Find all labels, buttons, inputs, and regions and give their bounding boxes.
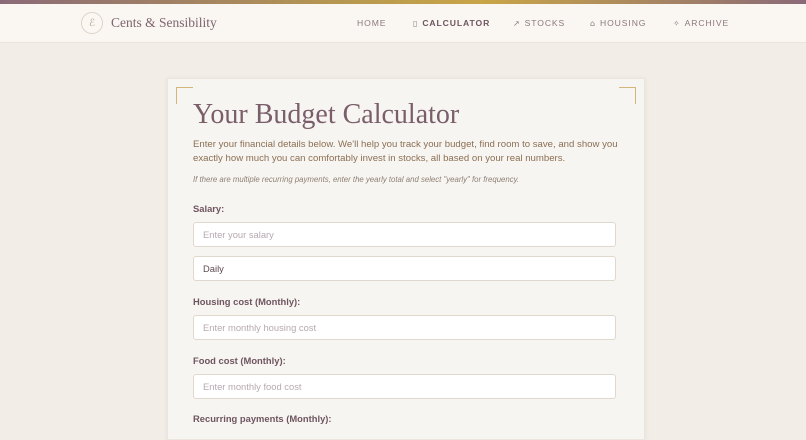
brand-logo-icon: ℰ	[81, 12, 103, 34]
food-input[interactable]: Enter monthly food cost	[193, 374, 616, 399]
nav-housing[interactable]: ⌂ HOUSING	[590, 18, 646, 28]
salary-input-placeholder: Enter your salary	[203, 229, 274, 240]
salary-label: Salary:	[193, 203, 225, 214]
sparkle-icon: ✧	[673, 18, 681, 28]
nav-archive[interactable]: ✧ ARCHIVE	[673, 18, 729, 28]
nav-home-label: HOME	[357, 18, 387, 28]
salary-frequency-value: Daily	[203, 263, 224, 274]
brand-name: Cents & Sensibility	[111, 15, 217, 30]
brand-link[interactable]: ℰ Cents & Sensibility	[81, 12, 217, 34]
salary-input[interactable]: Enter your salary	[193, 222, 616, 247]
page-title: Your Budget Calculator	[193, 99, 460, 130]
food-label: Food cost (Monthly):	[193, 355, 286, 366]
housing-input[interactable]: Enter monthly housing cost	[193, 315, 616, 340]
food-input-placeholder: Enter monthly food cost	[203, 381, 302, 392]
trend-up-icon: ↗	[513, 18, 521, 28]
nav-calculator-label: CALCULATOR	[422, 18, 491, 28]
corner-ornament-right	[619, 87, 636, 104]
house-icon: ⌂	[590, 18, 596, 28]
nav-home[interactable]: HOME	[357, 18, 386, 28]
salary-frequency-select[interactable]: Daily	[193, 256, 616, 281]
recurring-label: Recurring payments (Monthly):	[193, 413, 332, 424]
nav-calculator[interactable]: ▯ CALCULATOR	[413, 18, 490, 28]
navbar: ℰ Cents & Sensibility HOME ▯ CALCULATOR …	[0, 4, 806, 43]
intro-text: Enter your financial details below. We'l…	[193, 139, 618, 164]
nav-archive-label: ARCHIVE	[684, 18, 730, 28]
housing-input-placeholder: Enter monthly housing cost	[203, 322, 317, 333]
nav-housing-label: HOUSING	[599, 18, 647, 28]
nav-stocks-label: STOCKS	[524, 18, 566, 28]
calculator-card: Your Budget Calculator Enter your financ…	[167, 78, 645, 440]
corner-ornament-left	[176, 87, 193, 104]
calculator-icon: ▯	[413, 18, 419, 28]
nav-stocks[interactable]: ↗ STOCKS	[513, 18, 565, 28]
housing-label: Housing cost (Monthly):	[193, 296, 301, 307]
frequency-note: If there are multiple recurring payments…	[193, 175, 520, 184]
